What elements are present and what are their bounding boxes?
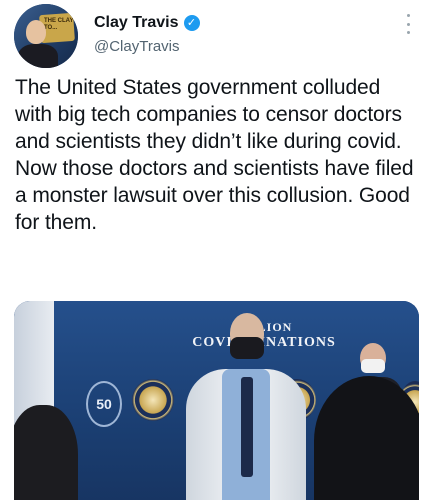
author-name-row: Clay Travis ✓ (94, 14, 200, 32)
speaker-mask (230, 337, 264, 359)
verified-badge-icon: ✓ (183, 15, 200, 31)
background-person-mask (361, 359, 385, 373)
author-name[interactable]: Clay Travis (94, 14, 179, 32)
avatar[interactable]: THE CLAY TO... (14, 4, 78, 68)
foreground-silhouette-right (314, 376, 419, 500)
more-dot (406, 22, 410, 26)
foreground-silhouette-left (14, 405, 78, 500)
more-dot (406, 31, 410, 34)
speaker-tie (241, 377, 253, 477)
fifty-million-badge: 50 (86, 381, 122, 427)
avatar-sign-text: THE CLAY TO... (44, 18, 74, 31)
tweet-media-image[interactable]: SO LION COVID CINATIONS 50 (14, 301, 419, 500)
more-options-icon[interactable] (405, 14, 411, 34)
author-handle[interactable]: @ClayTravis (94, 38, 180, 55)
presidential-seal-left (132, 379, 174, 421)
more-dot (406, 14, 410, 17)
speaker-figure (186, 313, 306, 500)
tweet-text: The United States government colluded wi… (15, 76, 414, 234)
avatar-face (26, 20, 46, 44)
tweet-card[interactable]: THE CLAY TO... Clay Travis ✓ @ClayTravis… (0, 0, 433, 500)
avatar-body (18, 44, 58, 68)
